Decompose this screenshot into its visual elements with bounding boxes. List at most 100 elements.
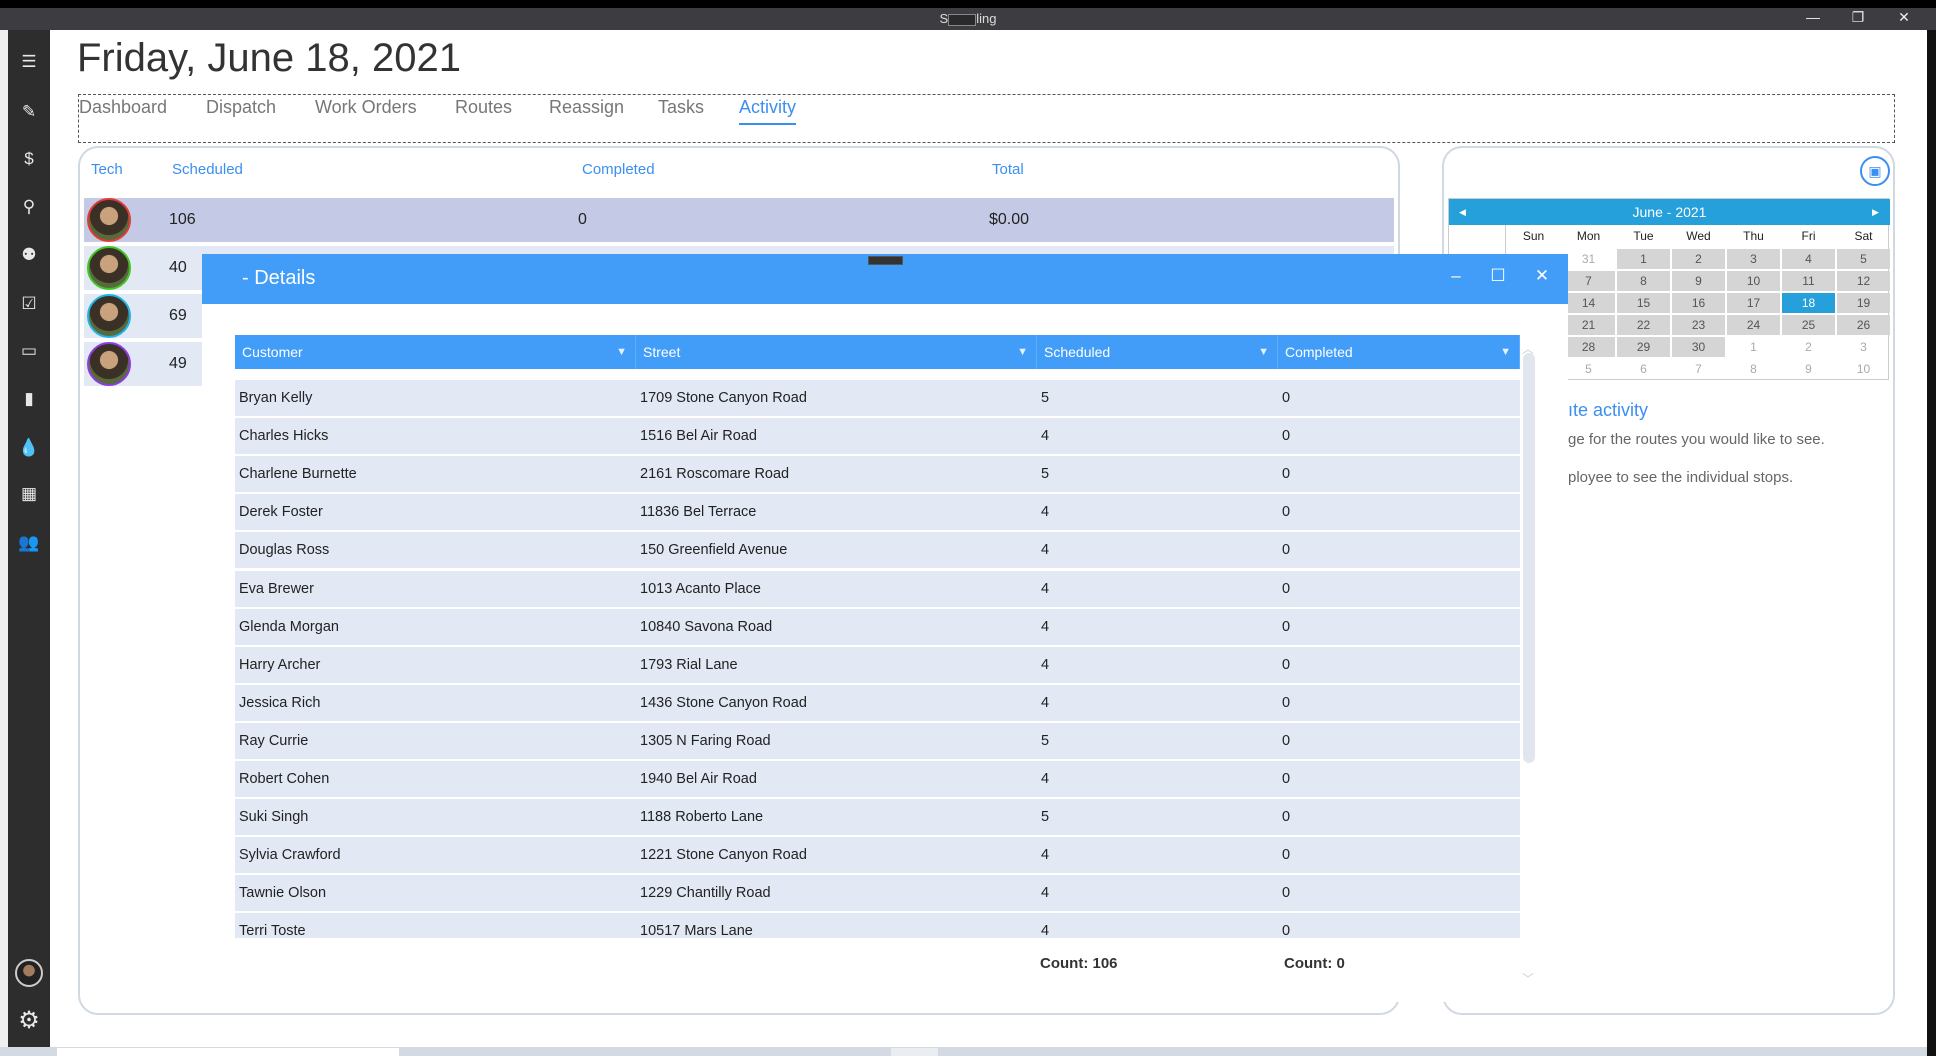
clipboard-check-icon[interactable]: ☑ — [8, 294, 50, 314]
calendar-title[interactable]: June - 2021 — [1633, 204, 1707, 220]
calendar-day[interactable]: 10 — [1727, 271, 1780, 291]
grid-row[interactable]: Charles Hicks 1516 Bel Air Road 4 0 — [235, 418, 1520, 455]
calendar-day[interactable]: 2 — [1672, 249, 1725, 269]
dialog-minimize-button[interactable]: – — [1445, 266, 1467, 286]
chart-icon[interactable]: ▮ — [8, 389, 50, 409]
grid-row[interactable]: Terri Toste 10517 Mars Lane 4 0 — [235, 913, 1520, 938]
calendar-day[interactable]: 21 — [1562, 315, 1615, 335]
filter-icon[interactable]: ▼ — [1017, 335, 1028, 369]
dialog-header[interactable]: - Details – ☐ ✕ — [202, 254, 1568, 304]
calendar-day[interactable]: 14 — [1562, 293, 1615, 313]
tech-row[interactable]: 106 0 $0.00 — [84, 198, 1394, 242]
grid-col-customer[interactable]: Customer ▼ — [235, 335, 636, 369]
grid-col-scheduled[interactable]: Scheduled ▼ — [1037, 335, 1278, 369]
calendar-day[interactable]: 16 — [1672, 293, 1725, 313]
water-drop-icon[interactable]: 💧 — [8, 438, 50, 458]
billing-icon[interactable]: $ — [8, 149, 50, 169]
grid-row[interactable]: Charlene Burnette 2161 Roscomare Road 5 0 — [235, 456, 1520, 493]
tab-tasks[interactable]: Tasks — [658, 97, 704, 118]
calendar-day[interactable]: 1 — [1617, 249, 1670, 269]
prev-month-icon[interactable]: ◀ — [1459, 207, 1466, 218]
calendar-day[interactable]: 30 — [1672, 337, 1725, 357]
drag-handle[interactable] — [868, 256, 903, 265]
calendar-day[interactable]: 8 — [1617, 271, 1670, 291]
calendar-day[interactable]: 23 — [1672, 315, 1725, 335]
user-avatar[interactable] — [15, 959, 43, 987]
restore-button[interactable]: ❐ — [1848, 9, 1868, 26]
col-total[interactable]: Total — [992, 161, 1024, 178]
scroll-down-icon[interactable]: ﹀ — [1522, 970, 1534, 987]
calendar-day[interactable]: 7 — [1562, 271, 1615, 291]
grid-row[interactable]: Jessica Rich 1436 Stone Canyon Road 4 0 — [235, 684, 1520, 721]
grid-row[interactable]: Sylvia Crawford 1221 Stone Canyon Road 4 0 — [235, 837, 1520, 874]
calendar-day[interactable]: 9 — [1782, 359, 1835, 379]
tab-work-orders[interactable]: Work Orders — [315, 97, 417, 118]
next-month-icon[interactable]: ▶ — [1872, 207, 1879, 218]
settings-icon[interactable]: ⚙ — [8, 1006, 50, 1035]
tab-activity[interactable]: Activity — [739, 97, 797, 125]
grid-row[interactable]: Suki Singh 1188 Roberto Lane 5 0 — [235, 799, 1520, 836]
col-tech[interactable]: Tech — [91, 161, 123, 178]
calendar-day[interactable]: 22 — [1617, 315, 1670, 335]
customer-search-icon[interactable]: ⚲ — [8, 197, 50, 217]
team-icon[interactable]: ⚉ — [8, 245, 50, 265]
calendar-view-button[interactable]: ▣ — [1860, 156, 1890, 186]
calendar-day[interactable]: 5 — [1562, 359, 1615, 379]
calendar-day[interactable]: 4 — [1782, 249, 1835, 269]
grid-row[interactable]: Bryan Kelly 1709 Stone Canyon Road 5 0 — [235, 380, 1520, 416]
calendar-day[interactable]: 17 — [1727, 293, 1780, 313]
calendar-day[interactable]: 1 — [1727, 337, 1780, 357]
menu-icon[interactable]: ☰ — [8, 52, 50, 72]
col-completed[interactable]: Completed — [582, 161, 655, 178]
col-scheduled[interactable]: Scheduled — [172, 161, 243, 178]
tab-routes[interactable]: Routes — [455, 97, 512, 118]
grid-row[interactable]: Robert Cohen 1940 Bel Air Road 4 0 — [235, 761, 1520, 797]
tab-dashboard[interactable]: Dashboard — [79, 97, 167, 118]
filter-icon[interactable]: ▼ — [616, 335, 627, 369]
filter-icon[interactable]: ▼ — [1258, 335, 1269, 369]
calendar-day[interactable]: 2 — [1782, 337, 1835, 357]
minimize-button[interactable]: — — [1803, 9, 1823, 25]
grid-row[interactable]: Douglas Ross 150 Greenfield Avenue 4 0 — [235, 532, 1520, 569]
users-icon[interactable]: 👥 — [8, 533, 50, 553]
scrollbar[interactable] — [1523, 353, 1535, 763]
close-button[interactable]: ✕ — [1894, 9, 1914, 26]
grid-row[interactable]: Derek Foster 11836 Bel Terrace 4 0 — [235, 494, 1520, 531]
edit-icon[interactable]: ✎ — [8, 102, 50, 122]
calendar-day[interactable]: 26 — [1837, 315, 1890, 335]
tech-avatar — [87, 342, 131, 386]
calendar-icon[interactable]: ▦ — [8, 484, 50, 504]
money-icon[interactable]: ▭ — [8, 341, 50, 361]
calendar-day[interactable]: 25 — [1782, 315, 1835, 335]
filter-icon[interactable]: ▼ — [1500, 335, 1511, 369]
calendar-day[interactable]: 3 — [1837, 337, 1890, 357]
grid-cell-completed: 0 — [1282, 466, 1291, 483]
calendar-day[interactable]: 15 — [1617, 293, 1670, 313]
grid-row[interactable]: Ray Currie 1305 N Faring Road 5 0 — [235, 722, 1520, 759]
calendar-day[interactable]: 18 — [1782, 293, 1835, 313]
calendar-day[interactable]: 8 — [1727, 359, 1780, 379]
calendar-day[interactable]: 24 — [1727, 315, 1780, 335]
tab-dispatch[interactable]: Dispatch — [206, 97, 276, 118]
dialog-maximize-button[interactable]: ☐ — [1487, 266, 1509, 286]
grid-row[interactable]: Tawnie Olson 1229 Chantilly Road 4 0 — [235, 875, 1520, 912]
grid-row[interactable]: Glenda Morgan 10840 Savona Road 4 0 — [235, 608, 1520, 645]
tab-reassign[interactable]: Reassign — [549, 97, 624, 118]
grid-row[interactable]: Harry Archer 1793 Rial Lane 4 0 — [235, 646, 1520, 683]
calendar-day[interactable]: 10 — [1837, 359, 1890, 379]
calendar-day[interactable]: 28 — [1562, 337, 1615, 357]
calendar-day[interactable]: 9 — [1672, 271, 1725, 291]
grid-col-completed[interactable]: Completed ▼ — [1278, 335, 1520, 369]
calendar-day[interactable]: 6 — [1617, 359, 1670, 379]
grid-col-street[interactable]: Street ▼ — [636, 335, 1037, 369]
calendar-day[interactable]: 5 — [1837, 249, 1890, 269]
calendar-day[interactable]: 7 — [1672, 359, 1725, 379]
calendar-day[interactable]: 29 — [1617, 337, 1670, 357]
grid-row[interactable]: Eva Brewer 1013 Acanto Place 4 0 — [235, 570, 1520, 607]
dialog-close-button[interactable]: ✕ — [1531, 266, 1553, 286]
calendar-day[interactable]: 3 — [1727, 249, 1780, 269]
calendar-day[interactable]: 19 — [1837, 293, 1890, 313]
calendar-day[interactable]: 11 — [1782, 271, 1835, 291]
calendar-day[interactable]: 12 — [1837, 271, 1890, 291]
calendar-day[interactable]: 31 — [1562, 249, 1615, 269]
